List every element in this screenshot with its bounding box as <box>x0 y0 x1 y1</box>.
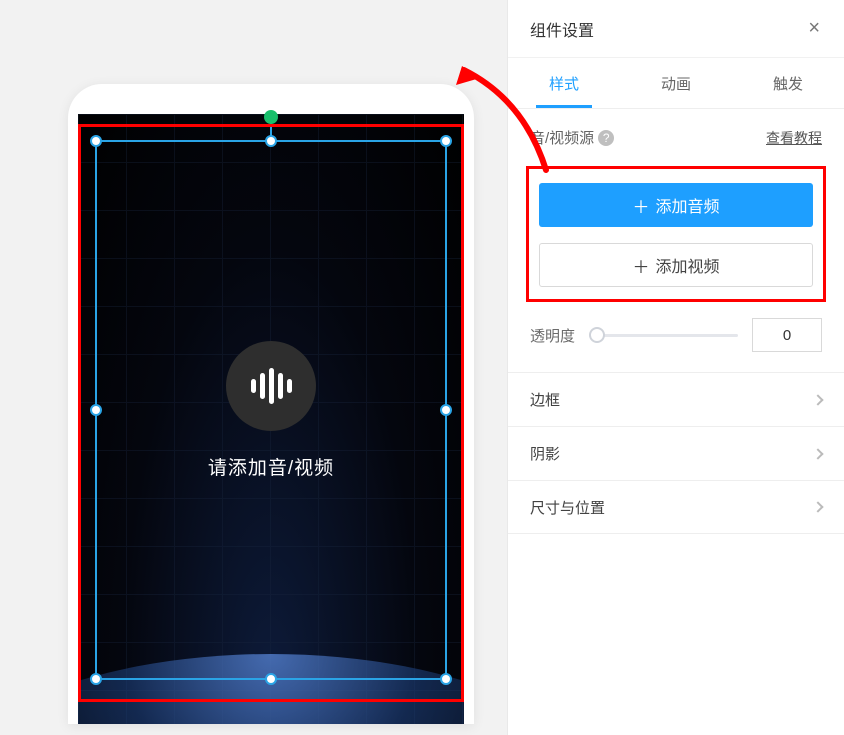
source-section: 音/视频源 ? 查看教程 <box>508 109 844 154</box>
plus-icon: ＋ <box>632 193 649 218</box>
help-icon[interactable]: ? <box>598 130 614 146</box>
tab-style[interactable]: 样式 <box>508 58 620 108</box>
chevron-right-icon <box>812 394 823 405</box>
panel-header: 组件设置 × <box>508 0 844 58</box>
resize-handle-sw[interactable] <box>90 673 102 685</box>
resize-handle-e[interactable] <box>440 404 452 416</box>
panel-title: 组件设置 <box>530 17 594 41</box>
media-placeholder-text: 请添加音/视频 <box>208 453 334 480</box>
opacity-slider[interactable] <box>589 327 738 343</box>
opacity-row: 透明度 <box>508 312 844 372</box>
resize-handle-s[interactable] <box>265 673 277 685</box>
collapse-size-pos-label: 尺寸与位置 <box>530 497 605 518</box>
slider-track <box>589 334 738 337</box>
resize-handle-nw[interactable] <box>90 135 102 147</box>
tab-trigger[interactable]: 触发 <box>732 58 844 108</box>
collapse-shadow-label: 阴影 <box>530 443 560 464</box>
tutorial-link[interactable]: 查看教程 <box>766 128 822 148</box>
resize-handle-ne[interactable] <box>440 135 452 147</box>
rotate-handle[interactable] <box>264 110 278 124</box>
collapse-border[interactable]: 边框 <box>508 372 844 426</box>
resize-handle-se[interactable] <box>440 673 452 685</box>
media-placeholder: 请添加音/视频 <box>97 142 445 678</box>
collapse-border-label: 边框 <box>530 389 560 410</box>
audio-waveform-icon <box>226 341 316 431</box>
plus-icon: ＋ <box>632 253 649 278</box>
add-video-button[interactable]: ＋ 添加视频 <box>539 243 813 287</box>
slider-thumb[interactable] <box>589 327 605 343</box>
source-label-text: 音/视频源 <box>530 127 594 148</box>
add-video-label: 添加视频 <box>655 253 719 277</box>
resize-handle-w[interactable] <box>90 404 102 416</box>
close-icon[interactable]: × <box>802 13 826 44</box>
selection-box[interactable]: 请添加音/视频 <box>95 140 447 680</box>
resize-handle-n[interactable] <box>265 135 277 147</box>
add-audio-label: 添加音频 <box>655 193 719 217</box>
collapse-shadow[interactable]: 阴影 <box>508 426 844 480</box>
settings-panel: 组件设置 × 样式 动画 触发 音/视频源 ? 查看教程 ＋ 添加音频 ＋ 添加… <box>508 0 844 735</box>
tab-animation[interactable]: 动画 <box>620 58 732 108</box>
add-audio-button[interactable]: ＋ 添加音频 <box>539 183 813 227</box>
panel-tabs: 样式 动画 触发 <box>508 58 844 109</box>
chevron-right-icon <box>812 448 823 459</box>
chevron-right-icon <box>812 501 823 512</box>
opacity-label: 透明度 <box>530 325 575 346</box>
annotation-red-box-buttons: ＋ 添加音频 ＋ 添加视频 <box>526 166 826 302</box>
canvas-area: 请添加音/视频 <box>0 0 508 735</box>
collapse-size-pos[interactable]: 尺寸与位置 <box>508 480 844 534</box>
opacity-input[interactable] <box>752 318 822 352</box>
source-label: 音/视频源 ? <box>530 127 614 148</box>
